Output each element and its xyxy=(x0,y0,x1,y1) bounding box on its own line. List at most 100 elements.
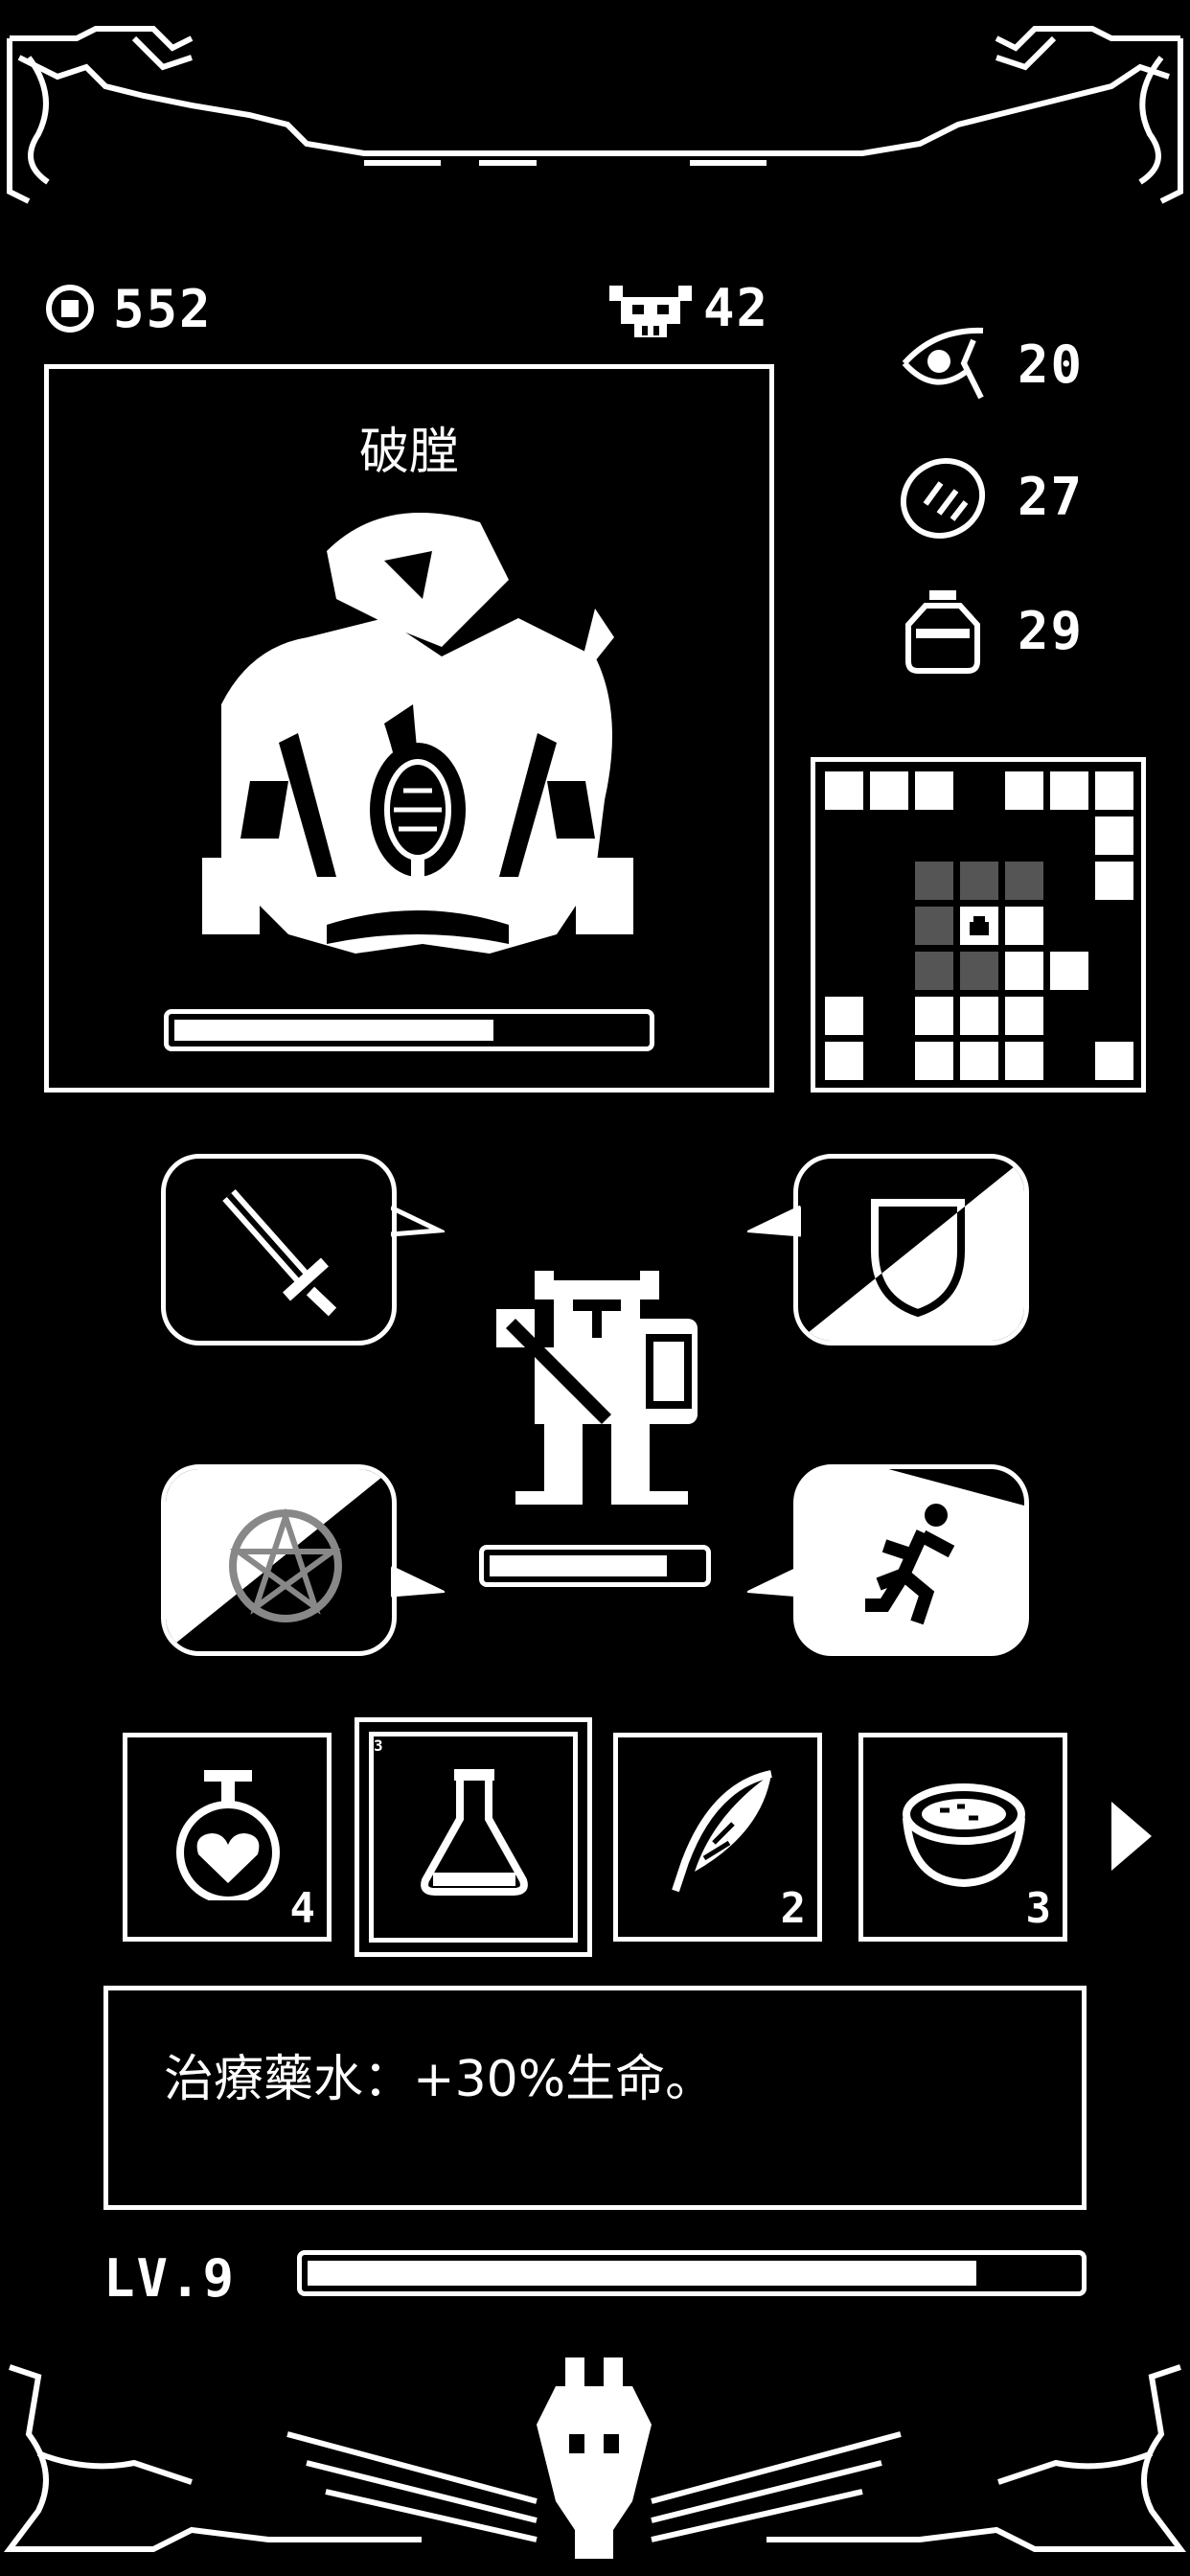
pentagram-icon xyxy=(229,1507,342,1622)
minimap-empty xyxy=(870,862,908,900)
magic-button[interactable] xyxy=(161,1464,397,1656)
player-health-fill xyxy=(490,1555,667,1576)
bubble-tail xyxy=(391,1565,445,1598)
stat-bag: 29 xyxy=(897,583,1127,678)
run-icon xyxy=(865,1504,955,1625)
bowl-icon xyxy=(903,1783,1025,1888)
minimap-empty xyxy=(870,1042,908,1080)
minimap-room xyxy=(825,771,863,810)
kill-counter: 42 xyxy=(609,276,769,339)
enemy-name: 破膛 xyxy=(358,424,459,481)
minimap-empty xyxy=(870,997,908,1035)
minimap-player-marker xyxy=(960,907,998,945)
currency-value: 552 xyxy=(113,278,213,339)
flee-button[interactable] xyxy=(793,1464,1029,1656)
heart-potion-icon xyxy=(176,1770,280,1900)
minimap-empty xyxy=(1050,816,1088,855)
minimap-room xyxy=(1005,1042,1043,1080)
player-knight-sprite[interactable] xyxy=(477,1261,717,1510)
feather-icon xyxy=(672,1770,772,1893)
minimap-empty xyxy=(1050,907,1088,945)
minimap-room xyxy=(1095,1042,1133,1080)
minimap-empty xyxy=(825,907,863,945)
minimap-room-visited xyxy=(915,952,953,990)
bottom-ornament xyxy=(4,2358,1186,2559)
minimap[interactable] xyxy=(811,757,1146,1092)
minimap-room xyxy=(1005,997,1043,1035)
minimap-empty xyxy=(1050,862,1088,900)
stat-value: 27 xyxy=(1018,466,1085,527)
inventory-slot-potion[interactable]: 4 xyxy=(123,1733,332,1942)
minimap-empty xyxy=(825,952,863,990)
sword-icon xyxy=(222,1189,337,1317)
player-health-bar xyxy=(479,1545,711,1587)
flask-icon xyxy=(421,1769,528,1896)
minimap-room xyxy=(1005,771,1043,810)
inventory-slot-feather[interactable]: 2 xyxy=(613,1733,822,1942)
item-count: 3 xyxy=(374,1736,385,1755)
enemy-health-bar xyxy=(164,1009,654,1051)
stat-value: 29 xyxy=(1018,600,1085,661)
minimap-room xyxy=(1095,816,1133,855)
item-count: 4 xyxy=(289,1884,317,1933)
stat-value: 20 xyxy=(1018,334,1085,395)
bag-icon xyxy=(905,590,980,674)
next-page-arrow-icon[interactable] xyxy=(1108,1798,1156,1874)
skull-icon xyxy=(609,286,692,337)
minimap-room xyxy=(960,997,998,1035)
minimap-room xyxy=(825,1042,863,1080)
minimap-room xyxy=(1050,952,1088,990)
minimap-empty xyxy=(870,907,908,945)
minimap-empty xyxy=(1050,1042,1088,1080)
minimap-empty xyxy=(825,862,863,900)
minimap-room-visited xyxy=(915,862,953,900)
minimap-empty xyxy=(960,771,998,810)
inventory-slot-bowl[interactable]: 3 xyxy=(858,1733,1067,1942)
enemy-panel[interactable]: 破膛 xyxy=(44,364,774,1092)
minimap-empty xyxy=(960,816,998,855)
minimap-room xyxy=(1095,862,1133,900)
bubble-tail xyxy=(747,1565,801,1598)
minimap-empty xyxy=(1005,816,1043,855)
item-count: 3 xyxy=(1025,1884,1053,1933)
enemy-health-fill xyxy=(174,1020,494,1041)
minimap-room xyxy=(915,1042,953,1080)
item-count: 2 xyxy=(780,1884,808,1933)
minimap-room xyxy=(1050,771,1088,810)
minimap-empty xyxy=(825,816,863,855)
minimap-empty xyxy=(1095,907,1133,945)
top-ornament xyxy=(7,26,1183,204)
coin-icon xyxy=(46,285,94,333)
bread-icon xyxy=(900,457,986,540)
monster-sprite[interactable] xyxy=(193,494,643,973)
bubble-tail xyxy=(747,1205,801,1237)
shield-icon xyxy=(871,1199,965,1318)
minimap-room-visited xyxy=(1005,862,1043,900)
currency-display: 552 xyxy=(44,278,213,339)
minimap-room xyxy=(870,771,908,810)
eye-icon xyxy=(902,327,984,400)
xp-fill xyxy=(308,2261,976,2286)
minimap-empty xyxy=(1095,952,1133,990)
item-description-text: 治療藥水：+30%生命。 xyxy=(164,2051,716,2108)
kill-value: 42 xyxy=(703,277,770,338)
minimap-room xyxy=(1095,771,1133,810)
minimap-empty xyxy=(1095,997,1133,1035)
minimap-room xyxy=(915,997,953,1035)
stat-eye: 20 xyxy=(897,316,1127,412)
minimap-empty xyxy=(870,816,908,855)
level-label: LV.9 xyxy=(103,2248,237,2309)
minimap-room-visited xyxy=(960,862,998,900)
item-description-box: 治療藥水：+30%生命。 xyxy=(103,1986,1087,2210)
inventory-slot-flask-selected[interactable]: 3 xyxy=(355,1717,592,1957)
minimap-room xyxy=(825,997,863,1035)
minimap-room xyxy=(1005,952,1043,990)
defend-button[interactable] xyxy=(793,1154,1029,1346)
minimap-room xyxy=(960,1042,998,1080)
stat-bread: 27 xyxy=(897,448,1127,544)
minimap-room xyxy=(1005,907,1043,945)
minimap-room xyxy=(915,771,953,810)
attack-button[interactable] xyxy=(161,1154,397,1346)
minimap-room-visited xyxy=(915,907,953,945)
minimap-empty xyxy=(1050,997,1088,1035)
